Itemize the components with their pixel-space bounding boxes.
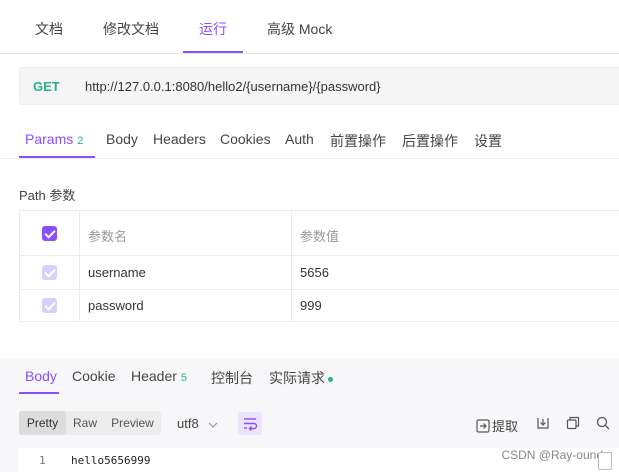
tab-pre-operations[interactable]: 前置操作 — [330, 131, 386, 151]
tab-divider — [0, 158, 619, 159]
row-checkbox[interactable] — [42, 298, 57, 313]
mode-preview[interactable]: Preview — [104, 411, 161, 435]
status-dot — [328, 376, 333, 382]
view-mode-switch: Pretty Raw Preview — [19, 411, 161, 435]
tab-body[interactable]: Body — [106, 131, 138, 147]
line-number: 1 — [39, 454, 46, 467]
header-param-value: 参数值 — [300, 229, 340, 244]
tab-actual-request[interactable]: 实际请求 — [269, 368, 333, 388]
tab-advanced-mock[interactable]: 高级 Mock — [267, 19, 332, 39]
mode-raw[interactable]: Raw — [66, 411, 104, 435]
wrap-lines-icon — [244, 418, 258, 431]
copy-icon — [566, 416, 580, 430]
watermark: CSDN @Ray-ound — [501, 448, 603, 462]
search-button[interactable] — [596, 416, 610, 432]
active-tab-indicator — [183, 51, 243, 53]
search-icon — [596, 416, 610, 430]
tab-headers[interactable]: Headers — [153, 131, 206, 147]
encoding-select[interactable]: utf8 — [177, 416, 218, 431]
top-tab-bar: 文档 修改文档 运行 高级 Mock — [0, 0, 619, 54]
tab-params-label: Params — [25, 131, 74, 147]
row-checkbox[interactable] — [42, 265, 57, 280]
header-param-name: 参数名 — [88, 229, 128, 244]
http-method[interactable]: GET — [33, 79, 60, 94]
extract-label: 提取 — [492, 419, 519, 434]
params-count-badge: 2 — [77, 135, 84, 147]
tab-docs[interactable]: 文档 — [35, 19, 63, 39]
response-body-text[interactable]: hello5656999 — [71, 454, 150, 467]
select-all-checkbox[interactable] — [42, 226, 57, 241]
url-bar[interactable]: GET http://127.0.0.1:8080/hello2/{userna… — [19, 67, 619, 105]
extract-icon — [476, 419, 490, 433]
param-value-cell[interactable]: 999 — [300, 298, 322, 313]
scrollbar-thumb[interactable] — [598, 452, 612, 470]
tab-console[interactable]: 控制台 — [211, 368, 253, 388]
tab-edit-docs[interactable]: 修改文档 — [103, 19, 159, 39]
download-button[interactable] — [536, 416, 550, 432]
table-row: username 5656 — [20, 256, 619, 290]
path-params-table: 参数名 参数值 username 5656 password 999 — [19, 210, 619, 322]
chevron-down-icon — [208, 422, 218, 428]
tab-cookies[interactable]: Cookies — [220, 131, 271, 147]
tab-post-operations[interactable]: 后置操作 — [402, 131, 458, 151]
header-count-badge: 5 — [180, 372, 188, 384]
download-icon — [537, 418, 549, 429]
request-url[interactable]: http://127.0.0.1:8080/hello2/{username}/… — [85, 79, 381, 94]
tab-response-header-label: Header — [131, 368, 177, 384]
tab-response-header[interactable]: Header 5 — [131, 368, 187, 384]
extract-button[interactable]: 提取 — [476, 416, 519, 434]
tab-actual-request-label: 实际请求 — [269, 370, 325, 386]
tab-auth[interactable]: Auth — [285, 131, 314, 147]
copy-button[interactable] — [566, 416, 580, 432]
param-name-cell[interactable]: username — [88, 265, 146, 280]
mode-pretty[interactable]: Pretty — [19, 411, 66, 435]
tab-response-body[interactable]: Body — [25, 368, 57, 384]
wrap-toggle-button[interactable] — [238, 412, 262, 435]
tab-params[interactable]: Params 2 — [25, 131, 83, 147]
body-tab-indicator — [19, 392, 59, 394]
tab-settings[interactable]: 设置 — [474, 131, 502, 151]
param-value-cell[interactable]: 5656 — [300, 265, 329, 280]
table-row: password 999 — [20, 290, 619, 322]
encoding-value: utf8 — [177, 416, 199, 431]
tab-response-cookie[interactable]: Cookie — [72, 368, 116, 384]
tab-run[interactable]: 运行 — [199, 19, 227, 39]
table-header-row: 参数名 参数值 — [20, 211, 619, 256]
param-name-cell[interactable]: password — [88, 298, 144, 313]
path-params-label: Path 参数 — [19, 188, 76, 203]
